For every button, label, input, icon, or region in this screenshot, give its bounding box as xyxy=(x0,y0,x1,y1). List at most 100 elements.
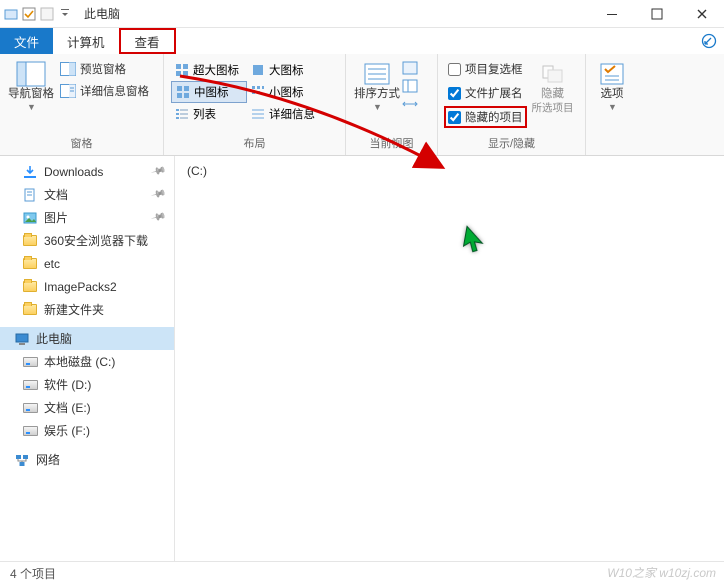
details-pane-button[interactable]: 详细信息窗格 xyxy=(56,80,153,102)
tab-computer-label: 计算机 xyxy=(67,32,105,51)
sidebar-item-drive[interactable]: 软件 (D:) xyxy=(0,373,174,396)
hide-selected-button[interactable]: 隐藏 所选项目 xyxy=(531,58,575,114)
sidebar-item-folder[interactable]: etc xyxy=(0,252,174,275)
ribbon-tabs: 文件 计算机 查看 xyxy=(0,28,724,54)
layout-large-icons[interactable]: 大图标 xyxy=(247,59,323,81)
options-label: 选项 xyxy=(601,88,624,102)
group-by-icon[interactable] xyxy=(402,60,418,76)
app-icon xyxy=(4,7,18,21)
network-icon xyxy=(14,452,30,468)
tab-computer[interactable]: 计算机 xyxy=(53,28,119,54)
drive-icon xyxy=(22,354,38,370)
item-checkboxes-toggle[interactable]: 项目复选框 xyxy=(444,58,527,80)
maximize-button[interactable] xyxy=(634,0,679,28)
pc-icon xyxy=(14,331,30,347)
tab-file-label: 文件 xyxy=(14,32,39,51)
sidebar-item-downloads[interactable]: Downloads xyxy=(0,160,174,183)
qat xyxy=(0,7,72,21)
sort-button[interactable]: 排序方式 ▼ xyxy=(352,58,402,112)
nav-pane-button[interactable]: 导航窗格 ▼ xyxy=(6,58,56,112)
sidebar-item-folder[interactable]: ImagePacks2 xyxy=(0,275,174,298)
preview-pane-icon xyxy=(60,61,76,77)
status-text: 4 个项目 xyxy=(10,565,56,582)
ribbon-group-layout: 超大图标 大图标 中图标 小图标 列表 详细信息 布局 xyxy=(164,54,346,155)
chevron-down-icon: ▼ xyxy=(373,102,382,112)
layout-list[interactable]: 列表 xyxy=(171,103,247,125)
minimize-button[interactable] xyxy=(589,0,634,28)
sidebar-item-drive[interactable]: 本地磁盘 (C:) xyxy=(0,350,174,373)
group-showhide-label: 显示/隐藏 xyxy=(438,133,585,155)
sidebar-item-network[interactable]: 网络 xyxy=(0,448,174,471)
layout-details[interactable]: 详细信息 xyxy=(247,103,323,125)
ribbon-group-currentview: 排序方式 ▼ 当前视图 xyxy=(346,54,438,155)
layout-gallery[interactable]: 超大图标 大图标 中图标 小图标 列表 详细信息 xyxy=(170,58,324,126)
content-pane[interactable]: (C:) xyxy=(175,156,724,561)
group-options-label xyxy=(586,149,638,155)
grid-icon xyxy=(250,84,266,100)
ribbon-group-options: 选项 ▼ xyxy=(586,54,638,155)
drive-icon xyxy=(22,400,38,416)
add-columns-icon[interactable] xyxy=(402,78,418,94)
hide-label: 隐藏 xyxy=(541,88,564,102)
tab-view[interactable]: 查看 xyxy=(119,28,176,54)
folder-icon xyxy=(22,302,38,318)
layout-small-icons[interactable]: 小图标 xyxy=(247,81,323,103)
hide-label2: 所选项目 xyxy=(532,102,574,115)
drive-icon xyxy=(22,423,38,439)
nav-tree[interactable]: Downloads 文档 图片 360安全浏览器下载 etc ImagePack… xyxy=(0,156,175,561)
options-button[interactable]: 选项 ▼ xyxy=(592,58,632,112)
nav-pane-icon xyxy=(15,60,47,88)
chevron-down-icon: ▼ xyxy=(608,102,617,112)
cursor-icon xyxy=(457,224,493,266)
folder-icon xyxy=(22,279,38,295)
chevron-down-icon: ▼ xyxy=(27,102,36,112)
sort-icon xyxy=(361,60,393,88)
grid-icon xyxy=(175,84,191,100)
body: Downloads 文档 图片 360安全浏览器下载 etc ImagePack… xyxy=(0,156,724,561)
options-icon xyxy=(596,60,628,88)
help-button[interactable] xyxy=(694,28,724,54)
documents-icon xyxy=(22,187,38,203)
size-columns-icon[interactable] xyxy=(402,96,418,112)
pictures-icon xyxy=(22,210,38,226)
hide-icon xyxy=(537,60,569,88)
folder-icon xyxy=(22,256,38,272)
downloads-icon xyxy=(22,164,38,180)
folder-icon xyxy=(22,233,38,249)
sidebar-item-folder[interactable]: 360安全浏览器下载 xyxy=(0,229,174,252)
hidden-items-checkbox[interactable] xyxy=(448,111,461,124)
window-controls xyxy=(589,0,724,28)
qat-dropdown-icon[interactable] xyxy=(58,7,72,21)
sidebar-item-drive[interactable]: 娱乐 (F:) xyxy=(0,419,174,442)
group-layout-label: 布局 xyxy=(164,133,345,155)
details-icon xyxy=(250,106,266,122)
file-extensions-toggle[interactable]: 文件扩展名 xyxy=(444,82,527,104)
sidebar-item-documents[interactable]: 文档 xyxy=(0,183,174,206)
close-button[interactable] xyxy=(679,0,724,28)
drive-icon xyxy=(22,377,38,393)
details-pane-icon xyxy=(60,83,76,99)
nav-pane-label: 导航窗格 xyxy=(8,88,54,102)
sidebar-item-thispc[interactable]: 此电脑 xyxy=(0,327,174,350)
ribbon-group-showhide: 项目复选框 文件扩展名 隐藏的项目 隐藏 所选项目 显示/隐藏 xyxy=(438,54,586,155)
grid-icon xyxy=(174,62,190,78)
qat-blank-icon[interactable] xyxy=(40,7,54,21)
ribbon: 导航窗格 ▼ 预览窗格 详细信息窗格 窗格 超大图标 大图标 中图标 xyxy=(0,54,724,156)
file-extensions-checkbox[interactable] xyxy=(448,87,461,100)
hidden-items-toggle[interactable]: 隐藏的项目 xyxy=(444,106,527,128)
sidebar-item-pictures[interactable]: 图片 xyxy=(0,206,174,229)
sort-label: 排序方式 xyxy=(354,88,400,102)
list-icon xyxy=(174,106,190,122)
group-panes-label: 窗格 xyxy=(0,133,163,155)
item-checkboxes-checkbox[interactable] xyxy=(448,63,461,76)
layout-xl-icons[interactable]: 超大图标 xyxy=(171,59,247,81)
details-pane-label: 详细信息窗格 xyxy=(80,83,149,99)
tab-file[interactable]: 文件 xyxy=(0,28,53,54)
group-currentview-label: 当前视图 xyxy=(346,133,437,155)
layout-medium-icons[interactable]: 中图标 xyxy=(171,81,247,103)
preview-pane-button[interactable]: 预览窗格 xyxy=(56,58,153,80)
title-bar: 此电脑 xyxy=(0,0,724,28)
qat-checkbox-icon[interactable] xyxy=(22,7,36,21)
sidebar-item-folder[interactable]: 新建文件夹 xyxy=(0,298,174,321)
sidebar-item-drive[interactable]: 文档 (E:) xyxy=(0,396,174,419)
